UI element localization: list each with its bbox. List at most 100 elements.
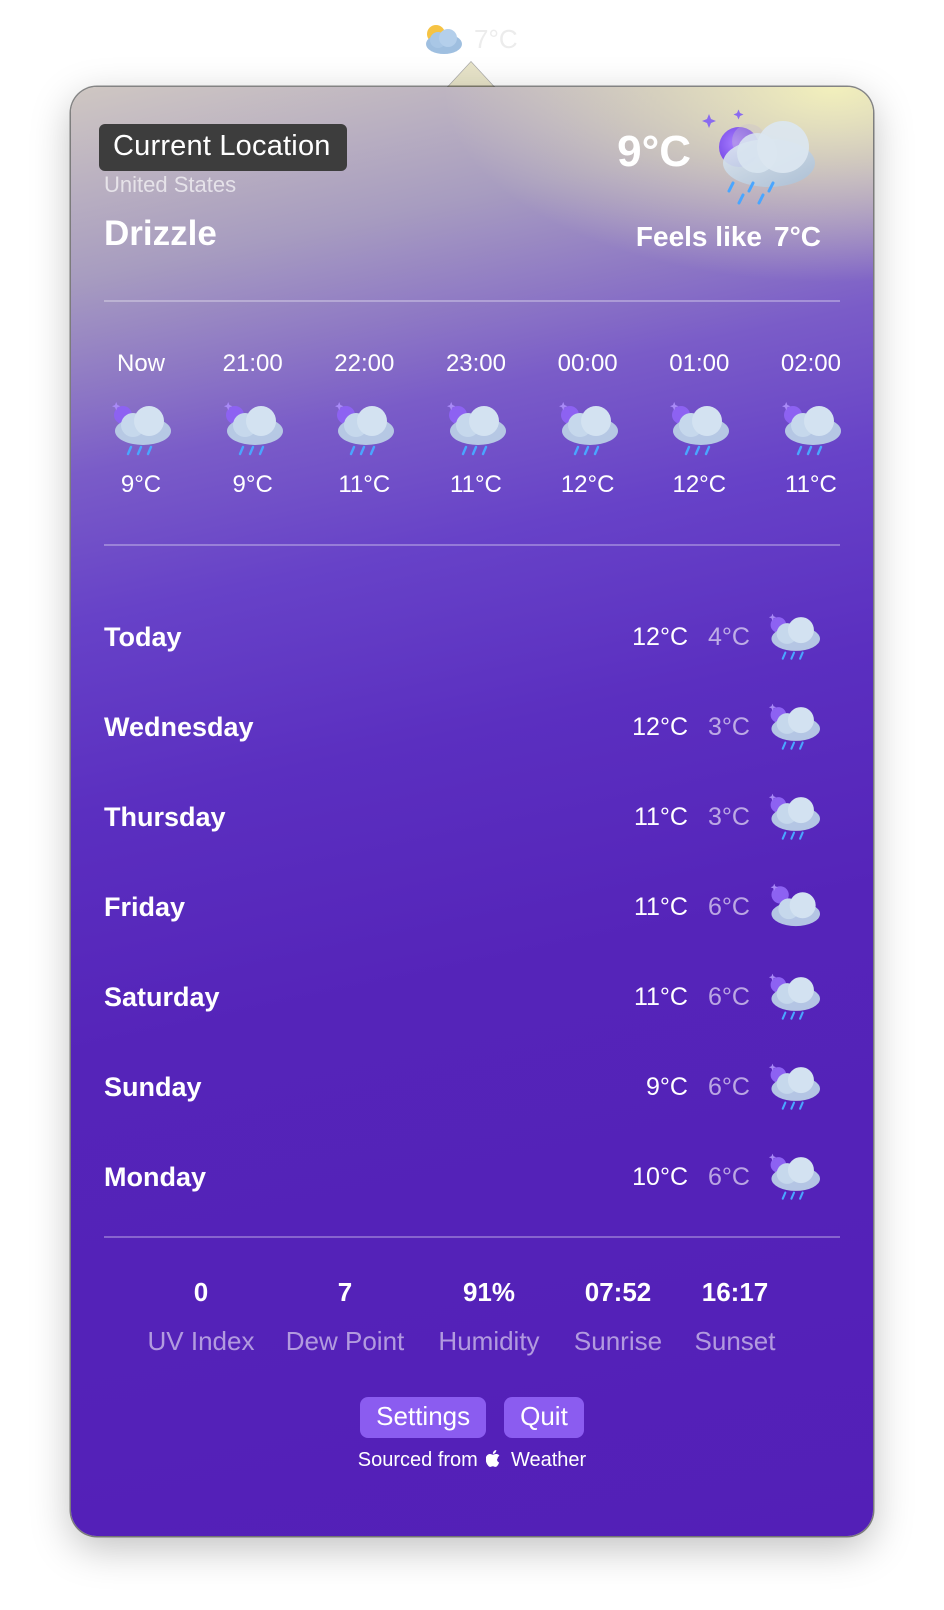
quit-button[interactable]: Quit <box>504 1397 584 1438</box>
day-row: Friday 11°C 6°C <box>104 862 822 952</box>
day-row: Sunday 9°C 6°C <box>104 1042 822 1132</box>
divider-bottom <box>104 1236 840 1238</box>
day-name: Monday <box>104 1161 207 1192</box>
drizzle-icon <box>779 399 843 459</box>
drizzle-icon <box>332 399 396 459</box>
hour-temp: 12°C <box>672 471 727 498</box>
stat-label: Sunset <box>694 1326 776 1356</box>
stat-label: UV Index <box>147 1326 255 1356</box>
stat-value: 91% <box>462 1277 516 1307</box>
day-row: Today 12°C 4°C <box>104 592 822 682</box>
partly-cloudy-icon <box>420 20 466 58</box>
day-high: 10°C <box>632 1162 688 1191</box>
stat-label: Sunrise <box>573 1326 663 1356</box>
day-high: 11°C <box>633 892 688 921</box>
drizzle-icon <box>444 399 508 459</box>
daily-forecast: Today 12°C 4°C Wednesday 12°C 3°C Thursd… <box>104 592 822 1222</box>
day-row: Thursday 11°C 3°C <box>104 772 822 862</box>
drizzle-icon <box>766 701 822 753</box>
hour-time: 21:00 <box>222 350 283 377</box>
divider-middle <box>104 544 840 546</box>
day-low: 3°C <box>708 802 750 831</box>
menubar-temperature: 7°C <box>474 23 518 54</box>
menubar-weather-item[interactable]: 7°C <box>420 20 518 58</box>
day-name: Saturday <box>104 981 220 1012</box>
day-high: 12°C <box>632 622 688 651</box>
hour-temp: 11°C <box>450 471 502 498</box>
drizzle-icon <box>766 611 822 663</box>
stat-humidity: 91% Humidity <box>419 1272 559 1357</box>
day-row: Monday 10°C 6°C <box>104 1132 822 1222</box>
hour-time: Now <box>116 350 165 377</box>
source-prefix: Sourced from <box>357 1449 478 1471</box>
stat-label: Dew Point <box>285 1326 405 1356</box>
day-high: 12°C <box>632 712 688 741</box>
day-name: Today <box>104 621 182 652</box>
hour-time: 00:00 <box>557 350 618 377</box>
hour-item: 23:00 11°C <box>421 347 531 499</box>
hour-time: 02:00 <box>780 350 841 377</box>
stat-value: 16:17 <box>701 1277 769 1307</box>
hour-temp: 12°C <box>560 471 615 498</box>
location-country: United States <box>104 172 237 197</box>
stat-uv-index: 0 UV Index <box>131 1272 271 1357</box>
stat-dew-point: 7 Dew Point <box>271 1272 419 1357</box>
drizzle-icon <box>766 1151 822 1203</box>
popover-arrow <box>447 62 495 88</box>
hour-time: 23:00 <box>445 350 506 377</box>
drizzle-icon <box>667 399 731 459</box>
day-low: 6°C <box>708 892 750 921</box>
day-name: Thursday <box>104 801 226 832</box>
drizzle-icon <box>556 399 620 459</box>
day-low: 6°C <box>708 982 750 1011</box>
day-low: 6°C <box>708 1162 750 1191</box>
cloudy-night-icon <box>766 881 822 933</box>
hour-item: 02:00 11°C <box>756 347 866 499</box>
stat-sunset: 16:17 Sunset <box>677 1272 793 1357</box>
drizzle-icon <box>221 399 285 459</box>
hour-item: 21:00 9°C <box>198 347 308 499</box>
feels-like: Feels like 7°C <box>636 221 821 253</box>
current-temperature: 9°C <box>617 127 691 176</box>
hour-temp: 9°C <box>120 471 162 498</box>
stat-sunrise: 07:52 Sunrise <box>559 1272 677 1357</box>
day-row: Saturday 11°C 6°C <box>104 952 822 1042</box>
day-low: 4°C <box>708 622 750 651</box>
drizzle-icon <box>766 791 822 843</box>
day-name: Friday <box>104 891 186 922</box>
location-name[interactable]: Current Location <box>99 124 347 171</box>
source-brand: Weather <box>510 1449 587 1471</box>
hour-temp: 11°C <box>338 471 391 498</box>
divider-top <box>104 300 840 302</box>
settings-button[interactable]: Settings <box>360 1397 487 1438</box>
current-condition: Drizzle <box>104 214 217 253</box>
day-low: 6°C <box>708 1072 750 1101</box>
drizzle-icon <box>766 1061 822 1113</box>
hourly-forecast: Now 9°C 21:00 9°C 22:00 11°C 23:00 11°C … <box>86 347 866 499</box>
hour-temp: 9°C <box>232 471 273 498</box>
day-high: 11°C <box>633 982 688 1011</box>
hour-temp: 11°C <box>785 471 837 498</box>
hour-item: 22:00 11°C <box>309 347 419 499</box>
day-high: 11°C <box>633 802 688 831</box>
day-name: Sunday <box>104 1071 202 1102</box>
feels-like-label: Feels like <box>635 221 762 252</box>
hour-item: Now 9°C <box>86 347 196 499</box>
stat-value: 7 <box>337 1277 353 1307</box>
day-row: Wednesday 12°C 3°C <box>104 682 822 772</box>
hour-item: 01:00 12°C <box>644 347 754 499</box>
stat-label: Humidity <box>438 1326 540 1356</box>
stat-value: 0 <box>193 1277 209 1307</box>
night-drizzle-icon <box>697 105 821 209</box>
hour-time: 22:00 <box>334 350 395 377</box>
action-buttons: Settings Quit <box>71 1397 873 1438</box>
data-source[interactable]: Sourced from Weather <box>71 1449 873 1472</box>
drizzle-icon <box>766 971 822 1023</box>
hour-time: 01:00 <box>669 350 730 377</box>
day-name: Wednesday <box>104 711 254 742</box>
apple-logo-icon <box>486 1449 508 1471</box>
drizzle-icon <box>109 399 173 459</box>
stat-value: 07:52 <box>584 1277 652 1307</box>
day-high: 9°C <box>646 1072 688 1101</box>
hour-item: 00:00 12°C <box>533 347 643 499</box>
